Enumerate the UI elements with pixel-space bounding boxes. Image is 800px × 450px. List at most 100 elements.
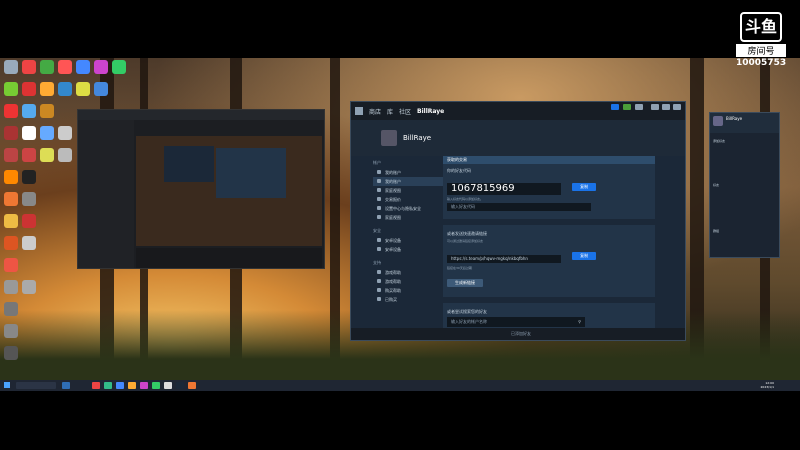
app-icon[interactable] (4, 60, 18, 74)
friends-row[interactable]: 群组 (713, 229, 776, 233)
menu-item[interactable]: 设置中心与隐私安全 (373, 204, 443, 213)
app-icon[interactable] (58, 82, 72, 96)
app-icon[interactable] (112, 60, 126, 74)
avatar[interactable] (381, 130, 397, 146)
steam-taskbar-icon[interactable] (176, 382, 184, 389)
app-icon[interactable] (4, 148, 18, 162)
app-icon[interactable] (4, 236, 18, 250)
app-icon[interactable] (4, 82, 18, 96)
app-icon[interactable] (22, 148, 36, 162)
invite-url[interactable]: https://s.team/p/hqwv-mgkq/nkbqfbhn (447, 255, 561, 263)
app-icon[interactable] (40, 60, 54, 74)
start-icon[interactable] (4, 382, 10, 388)
status-text: 已添加好友 (511, 331, 531, 336)
app-icon[interactable] (22, 104, 36, 118)
app-icon[interactable] (4, 170, 18, 184)
close-icon[interactable] (673, 104, 681, 110)
menu-item[interactable]: 游戏帮助 (373, 268, 443, 277)
app-icon[interactable] (22, 82, 36, 96)
recorder-window[interactable] (77, 109, 325, 269)
minimize-icon[interactable] (651, 104, 659, 110)
recorder-title-bar[interactable] (78, 110, 324, 120)
menu-item[interactable]: 游戏帮助 (373, 277, 443, 286)
app-icon[interactable] (22, 60, 36, 74)
back-icon[interactable] (355, 107, 363, 115)
app-icon[interactable] (58, 60, 72, 74)
app-icon[interactable] (22, 192, 36, 206)
taskbar-app[interactable] (116, 382, 124, 389)
steam-window[interactable]: 商店 库 社区 BillRaye BillRaye 帐户 我的账户 我的账户 家… (350, 101, 686, 341)
copy-code-button[interactable]: 复制 (572, 182, 597, 191)
app-icon[interactable] (4, 126, 18, 140)
nav-profile[interactable]: BillRaye (417, 108, 444, 115)
app-icon[interactable] (22, 236, 36, 250)
menu-item[interactable]: 安卓设备 (373, 245, 443, 254)
menu-item[interactable]: 已购买 (373, 295, 443, 304)
avatar-small-icon[interactable] (635, 104, 643, 110)
app-icon[interactable] (4, 346, 18, 360)
app-icon[interactable] (4, 324, 18, 338)
invite-note: 链接在30天后过期 (447, 266, 472, 270)
menu-item[interactable]: 家庭视图 (373, 213, 443, 222)
menu-item[interactable]: 家庭视图 (373, 186, 443, 195)
app-icon[interactable] (76, 82, 90, 96)
app-icon[interactable] (4, 280, 18, 294)
menu-item[interactable]: 购买帮助 (373, 286, 443, 295)
taskbar-app[interactable] (152, 382, 160, 389)
menu-item[interactable]: 安卓设备 (373, 236, 443, 245)
app-icon[interactable] (76, 60, 90, 74)
nav-community[interactable]: 社区 (399, 107, 411, 116)
menu-item-active[interactable]: 我的账户 (373, 177, 443, 186)
menu-item[interactable]: 我的账户 (373, 168, 443, 177)
friends-row[interactable]: 好友 (713, 183, 776, 187)
stream-top-bar (0, 0, 800, 58)
taskbar-app[interactable] (92, 382, 100, 389)
search-icon[interactable]: ⚲ (578, 317, 581, 327)
steam-title-bar[interactable]: 商店 库 社区 BillRaye (351, 102, 685, 120)
app-icon[interactable] (40, 126, 54, 140)
app-icon[interactable] (22, 170, 36, 184)
app-icon[interactable] (22, 126, 36, 140)
taskbar-search[interactable] (16, 382, 56, 389)
app-icon[interactable] (4, 104, 18, 118)
app-icon[interactable] (40, 148, 54, 162)
friends-row[interactable]: 添加好友 (713, 139, 776, 143)
taskbar-app[interactable] (128, 382, 136, 389)
app-icon[interactable] (22, 280, 36, 294)
copy-link-button[interactable]: 复制 (572, 251, 597, 260)
friends-panel[interactable]: BillRaye 添加好友 好友 群组 (709, 112, 780, 258)
app-icon[interactable] (58, 126, 72, 140)
menu-item[interactable]: 交易报价 (373, 195, 443, 204)
invite-description: 可以通过邀请链接添加好友 (447, 239, 484, 243)
friends-header: BillRaye (710, 113, 779, 133)
app-icon[interactable] (94, 60, 108, 74)
taskbar-app[interactable] (140, 382, 148, 389)
app-icon[interactable] (4, 192, 18, 206)
app-icon[interactable] (4, 258, 18, 272)
app-icon[interactable] (40, 82, 54, 96)
recorder-toolbar[interactable] (136, 248, 322, 268)
notification-icon[interactable] (611, 104, 619, 110)
app-icon[interactable] (40, 104, 54, 118)
taskbar-app[interactable] (104, 382, 112, 389)
avatar[interactable] (713, 116, 723, 126)
wallet-icon[interactable] (623, 104, 631, 110)
profile-name: BillRaye (403, 134, 432, 142)
maximize-icon[interactable] (662, 104, 670, 110)
taskbar-app[interactable] (188, 382, 196, 389)
friends-user-name: BillRaye (726, 116, 743, 121)
taskbar-app[interactable] (164, 382, 172, 389)
app-icon[interactable] (22, 214, 36, 228)
app-icon[interactable] (4, 214, 18, 228)
new-link-button[interactable]: 生成新链接 (447, 278, 483, 287)
app-icon[interactable] (94, 82, 108, 96)
recorder-sidebar[interactable] (78, 120, 134, 268)
app-icon[interactable] (58, 148, 72, 162)
app-icon[interactable] (4, 302, 18, 316)
nav-store[interactable]: 商店 (369, 107, 381, 116)
friend-code-input[interactable]: 输入好友代码 (447, 203, 591, 211)
nav-library[interactable]: 库 (387, 107, 393, 116)
friend-search-input[interactable]: 输入好友的帐户名称 ⚲ (447, 317, 585, 327)
clock[interactable]: 12:00 2023/1/1 (761, 381, 774, 389)
taskbar-app[interactable] (62, 382, 70, 389)
